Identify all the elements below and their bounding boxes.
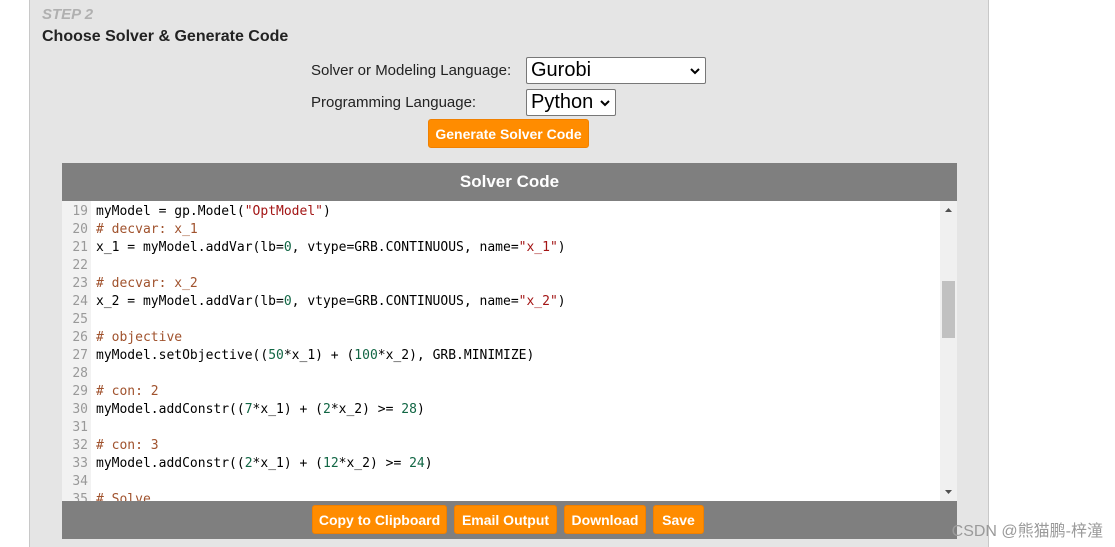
copy-to-clipboard-button[interactable]: Copy to Clipboard — [312, 505, 447, 534]
code-line: 30 myModel.addConstr((7*x_1) + (2*x_2) >=… — [62, 401, 938, 419]
code-token: "x_2" — [518, 294, 558, 309]
line-number: 21 — [72, 240, 88, 255]
line-number: 24 — [72, 294, 88, 309]
code-line: 19 myModel = gp.Model("OptModel") — [62, 203, 938, 221]
code-line: 33 myModel.addConstr((2*x_1) + (12*x_2) >… — [62, 455, 938, 473]
code-line: 22 — [62, 257, 938, 275]
code-line: 34 — [62, 473, 938, 491]
scroll-thumb[interactable] — [942, 281, 955, 338]
step-label: STEP 2 — [42, 6, 94, 23]
code-token: 28 — [401, 402, 417, 417]
line-number: 33 — [72, 456, 88, 471]
solver-label: Solver or Modeling Language: — [311, 62, 512, 79]
line-number: 23 — [72, 276, 88, 291]
code-token: ) — [557, 294, 566, 309]
code-token: myModel.addConstr(( — [96, 456, 245, 471]
code-line: 21 x_1 = myModel.addVar(lb=0, vtype=GRB.C… — [62, 239, 938, 257]
code-line: 29 # con: 2 — [62, 383, 938, 401]
code-token: 0 — [283, 240, 292, 255]
line-number: 31 — [72, 420, 88, 435]
vertical-scrollbar[interactable] — [940, 201, 957, 501]
code-line: 27 myModel.setObjective((50*x_1) + (100*x… — [62, 347, 938, 365]
code-token: 100 — [354, 348, 378, 363]
download-button[interactable]: Download — [564, 505, 646, 534]
code-token: myModel.setObjective(( — [96, 348, 269, 363]
programming-language-label: Programming Language: — [311, 94, 477, 111]
chevron-down-icon — [600, 100, 610, 107]
line-number: 28 — [72, 366, 88, 381]
line-number: 26 — [72, 330, 88, 345]
line-number: 20 — [72, 222, 88, 237]
code-line: 25 — [62, 311, 938, 329]
code-token: x_1 = myModel.addVar(lb= — [96, 240, 284, 255]
line-number: 22 — [72, 258, 88, 273]
code-token: *x_2), GRB.MINIMIZE) — [377, 348, 535, 363]
code-token: *x_2) >= — [330, 402, 402, 417]
chevron-down-icon — [690, 68, 700, 75]
solver-code-header: Solver Code — [459, 172, 560, 191]
code-line: 31 — [62, 419, 938, 437]
line-number: 32 — [72, 438, 88, 453]
step-panel: STEP 2 Choose Solver & Generate Code Sol… — [29, 0, 989, 547]
save-button[interactable]: Save — [653, 505, 704, 534]
code-token: *x_1) + ( — [283, 348, 355, 363]
code-token: # con: 2 — [96, 384, 159, 399]
code-token: # con: 3 — [96, 438, 159, 453]
code-token: 24 — [409, 456, 425, 471]
line-number: 35 — [72, 492, 88, 501]
line-number: 29 — [72, 384, 88, 399]
code-line: 35 # Solve — [62, 491, 938, 501]
line-number: 25 — [72, 312, 88, 327]
code-line: 20 # decvar: x_1 — [62, 221, 938, 239]
code-token: 0 — [283, 294, 292, 309]
code-editor[interactable]: 19 myModel = gp.Model("OptModel") 20 # decv… — [62, 201, 957, 501]
code-token: 7 — [244, 402, 253, 417]
code-token: # Solve — [96, 492, 151, 501]
code-token: x_2 = myModel.addVar(lb= — [96, 294, 284, 309]
code-line: 24 x_2 = myModel.addVar(lb=0, vtype=GRB.C… — [62, 293, 938, 311]
code-line: 32 # con: 3 — [62, 437, 938, 455]
code-token: ) — [557, 240, 566, 255]
scroll-down-arrow-icon[interactable] — [943, 487, 954, 497]
code-token: # decvar: x_1 — [96, 222, 198, 237]
line-number: 27 — [72, 348, 88, 363]
code-token: ) — [323, 204, 331, 219]
solver-code-panel: Solver Code 19 myModel = gp.Model("OptMod… — [62, 163, 957, 539]
code-token: 2 — [244, 456, 253, 471]
code-token: ) — [416, 402, 425, 417]
code-token: , vtype=GRB.CONTINUOUS, name= — [291, 240, 519, 255]
code-footer: Copy to Clipboard Email Output Download … — [62, 501, 957, 539]
line-number: 30 — [72, 402, 88, 417]
line-number: 34 — [72, 474, 88, 489]
code-token: 50 — [268, 348, 284, 363]
code-line: 23 # decvar: x_2 — [62, 275, 938, 293]
code-token: # objective — [96, 330, 183, 345]
code-token: 12 — [323, 456, 339, 471]
solver-select[interactable]: Gurobi — [526, 57, 706, 84]
code-token: # decvar: x_2 — [96, 276, 198, 291]
code-token: *x_1) + ( — [252, 456, 323, 471]
programming-language-select[interactable]: Python — [526, 89, 616, 116]
code-token: "x_1" — [518, 240, 558, 255]
code-token: myModel.addConstr(( — [96, 402, 245, 417]
programming-language-value: Python — [531, 91, 594, 113]
code-token: "OptModel" — [244, 204, 323, 219]
solver-select-value: Gurobi — [531, 59, 592, 81]
code-token: , vtype=GRB.CONTINUOUS, name= — [291, 294, 519, 309]
code-token: *x_1) + ( — [252, 402, 323, 417]
scroll-up-arrow-icon[interactable] — [943, 205, 954, 215]
section-title: Choose Solver & Generate Code — [42, 28, 289, 45]
code-line: 28 — [62, 365, 938, 383]
csdn-watermark: CSDN @熊猫鹏-梓潼 — [951, 523, 1103, 540]
email-output-button[interactable]: Email Output — [454, 505, 557, 534]
line-number: 19 — [72, 204, 88, 219]
code-token: ) — [424, 456, 433, 471]
code-line: 26 # objective — [62, 329, 938, 347]
generate-solver-code-button[interactable]: Generate Solver Code — [428, 119, 589, 148]
code-token: 2 — [323, 402, 331, 417]
code-token: myModel = gp.Model( — [96, 204, 245, 219]
code-token: *x_2) >= — [338, 456, 410, 471]
